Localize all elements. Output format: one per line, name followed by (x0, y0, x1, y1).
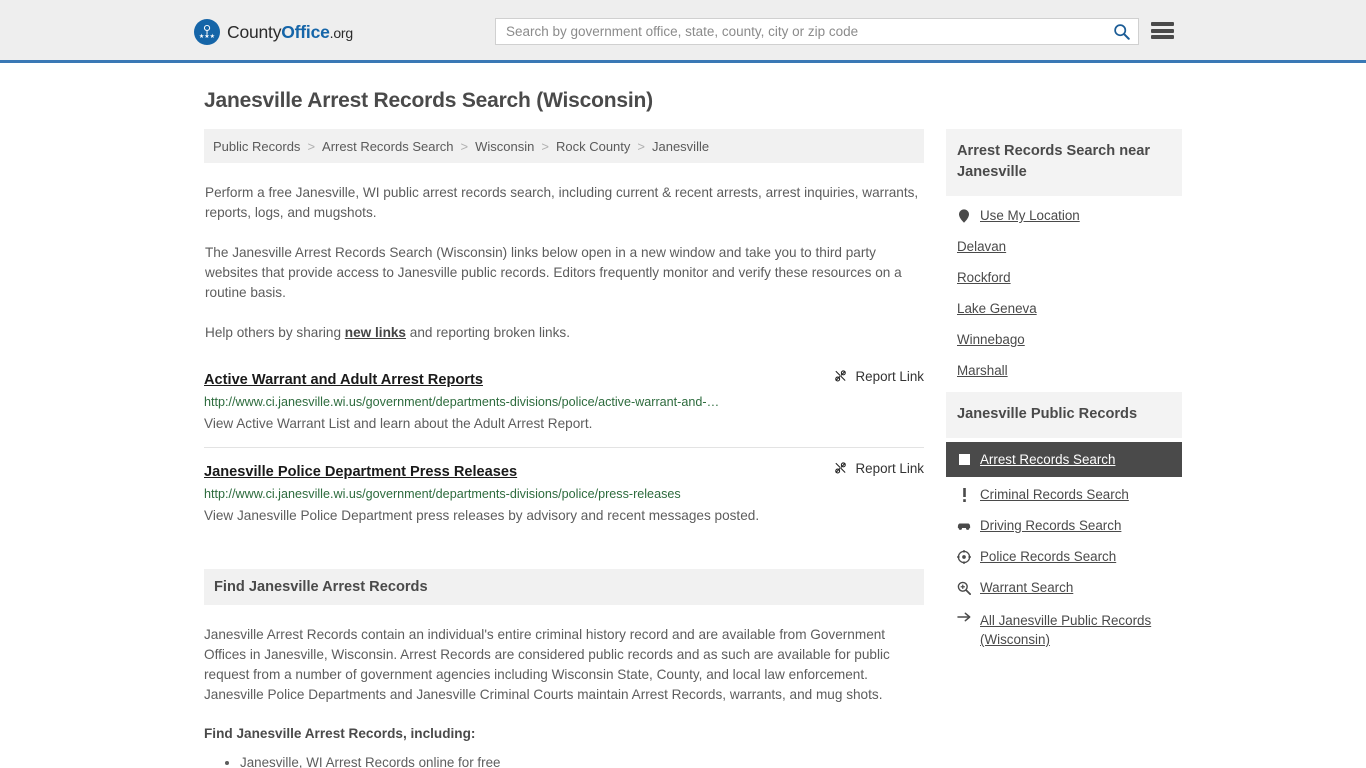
sidebar-item-lake-geneva[interactable]: Lake Geneva (946, 293, 1182, 324)
intro-paragraph-1: Perform a free Janesville, WI public arr… (205, 185, 919, 220)
sidebar-item-delavan[interactable]: Delavan (946, 231, 1182, 262)
sidebar-item-marshall[interactable]: Marshall (946, 355, 1182, 386)
result-header: Active Warrant and Adult Arrest Reports … (204, 369, 924, 388)
logo-text-org: .org (329, 24, 354, 41)
broken-link-icon (834, 370, 846, 382)
result-description: View Janesville Police Department press … (204, 508, 760, 523)
sidebar: Arrest Records Search near Janesville Us… (946, 129, 1182, 663)
breadcrumb-item-arrest-records-search[interactable]: Arrest Records Search (322, 139, 454, 154)
result-title-link[interactable]: Active Warrant and Adult Arrest Reports (204, 372, 483, 388)
logo-text: CountyOffice.org (227, 22, 353, 43)
logo-text-office: Office (281, 21, 330, 42)
sidebar-item-all-public-records[interactable]: All Janesville Public Records (Wisconsin… (946, 603, 1182, 657)
hamburger-menu-icon[interactable] (1151, 20, 1174, 41)
sidebar-item-label: Police Records Search (980, 549, 1117, 564)
badge-target-icon (957, 549, 971, 564)
report-link-label: Report Link (855, 461, 924, 476)
intro-paragraph-3: Help others by sharing new links and rep… (205, 323, 923, 343)
section-sub-heading: Find Janesville Arrest Records, includin… (204, 726, 476, 741)
result-description: View Active Warrant List and learn about… (204, 416, 593, 431)
magnifier-plus-icon (957, 581, 971, 595)
white-square-icon (957, 454, 971, 465)
nearby-panel-body: Use My Location Delavan Rockford Lake Ge… (946, 196, 1182, 386)
sidebar-item-label: Winnebago (957, 332, 1025, 347)
site-logo[interactable]: ⚲ ★★★ CountyOffice.org (194, 19, 353, 45)
broken-link-icon (834, 462, 846, 474)
sidebar-item-arrest-records-search[interactable]: Arrest Records Search (946, 442, 1182, 477)
logo-text-county: County (227, 21, 282, 42)
find-records-section: Find Janesville Arrest Records Janesvill… (204, 569, 924, 768)
records-bullet-list: Janesville, WI Arrest Records online for… (204, 753, 924, 768)
sidebar-item-winnebago[interactable]: Winnebago (946, 324, 1182, 355)
intro-p3-after: and reporting broken links. (406, 325, 570, 340)
intro-p3-before: Help others by sharing (205, 325, 345, 340)
sidebar-item-driving-records-search[interactable]: Driving Records Search (946, 510, 1182, 541)
intro-paragraph-2: The Janesville Arrest Records Search (Wi… (205, 245, 902, 300)
breadcrumb-item-wisconsin[interactable]: Wisconsin (475, 139, 534, 154)
site-header: ⚲ ★★★ CountyOffice.org (0, 0, 1366, 63)
report-link-button[interactable]: Report Link (813, 461, 924, 476)
sidebar-item-label: All Janesville Public Records (Wisconsin… (980, 613, 1152, 647)
section-body: Janesville Arrest Records contain an ind… (204, 625, 924, 768)
eagle-seal-icon: ⚲ ★★★ (194, 19, 220, 45)
sidebar-item-police-records-search[interactable]: Police Records Search (946, 541, 1182, 572)
exclamation-icon (957, 487, 971, 502)
map-pin-icon (957, 208, 971, 223)
breadcrumb-separator: > (460, 138, 469, 154)
breadcrumb-item-public-records[interactable]: Public Records (213, 139, 300, 154)
public-records-panel-body: Arrest Records Search Criminal Records S… (946, 438, 1182, 657)
section-heading: Find Janesville Arrest Records (204, 569, 924, 605)
page-container: Janesville Arrest Records Search (Wiscon… (0, 89, 1366, 768)
sidebar-item-rockford[interactable]: Rockford (946, 262, 1182, 293)
breadcrumb: Public Records > Arrest Records Search >… (204, 129, 924, 163)
breadcrumb-separator: > (541, 138, 549, 154)
nearby-panel-heading: Arrest Records Search near Janesville (946, 129, 1182, 196)
section-paragraph: Janesville Arrest Records contain an ind… (204, 627, 890, 702)
list-item: Janesville, WI Arrest Records online for… (240, 753, 924, 768)
results-list: Active Warrant and Adult Arrest Reports … (204, 369, 924, 539)
search-input[interactable] (496, 19, 1104, 44)
sidebar-item-label: Criminal Records Search (980, 487, 1129, 502)
sidebar-item-label: Lake Geneva (957, 301, 1037, 316)
result-header: Janesville Police Department Press Relea… (204, 461, 924, 480)
breadcrumb-item-rock-county[interactable]: Rock County (556, 139, 630, 154)
page-title: Janesville Arrest Records Search (Wiscon… (204, 89, 653, 112)
public-records-panel-heading: Janesville Public Records (946, 392, 1182, 438)
sidebar-item-label: Driving Records Search (980, 518, 1122, 533)
report-link-button[interactable]: Report Link (813, 369, 924, 384)
sidebar-item-label: Marshall (957, 363, 1008, 378)
sidebar-item-criminal-records-search[interactable]: Criminal Records Search (946, 479, 1182, 510)
sidebar-item-label: Arrest Records Search (980, 452, 1116, 467)
intro-text: Perform a free Janesville, WI public arr… (204, 183, 924, 343)
search-bar (495, 18, 1139, 45)
new-links-link[interactable]: new links (345, 325, 406, 340)
report-link-label: Report Link (855, 369, 924, 384)
sidebar-item-label: Rockford (957, 270, 1011, 285)
breadcrumb-separator: > (637, 138, 645, 154)
content-columns: Public Records > Arrest Records Search >… (204, 129, 1182, 768)
result-item: Janesville Police Department Press Relea… (204, 447, 924, 539)
nearby-panel: Arrest Records Search near Janesville Us… (946, 129, 1182, 386)
sidebar-item-label: Delavan (957, 239, 1007, 254)
sidebar-item-label: Use My Location (980, 208, 1080, 223)
result-title-link[interactable]: Janesville Police Department Press Relea… (204, 464, 517, 480)
car-icon (957, 520, 971, 531)
result-url: http://www.ci.janesville.wi.us/governmen… (204, 487, 681, 501)
result-url: http://www.ci.janesville.wi.us/governmen… (204, 395, 720, 409)
search-icon (1113, 24, 1130, 40)
sidebar-item-use-my-location[interactable]: Use My Location (946, 200, 1182, 231)
result-item: Active Warrant and Adult Arrest Reports … (204, 369, 924, 447)
search-button[interactable] (1104, 19, 1138, 44)
main-column: Public Records > Arrest Records Search >… (204, 129, 924, 768)
sidebar-item-label: Warrant Search (980, 580, 1074, 595)
public-records-panel: Janesville Public Records Arrest Records… (946, 392, 1182, 657)
arrow-right-icon (957, 611, 971, 623)
breadcrumb-item-janesville[interactable]: Janesville (652, 139, 709, 154)
breadcrumb-separator: > (307, 138, 316, 154)
sidebar-item-warrant-search[interactable]: Warrant Search (946, 572, 1182, 603)
